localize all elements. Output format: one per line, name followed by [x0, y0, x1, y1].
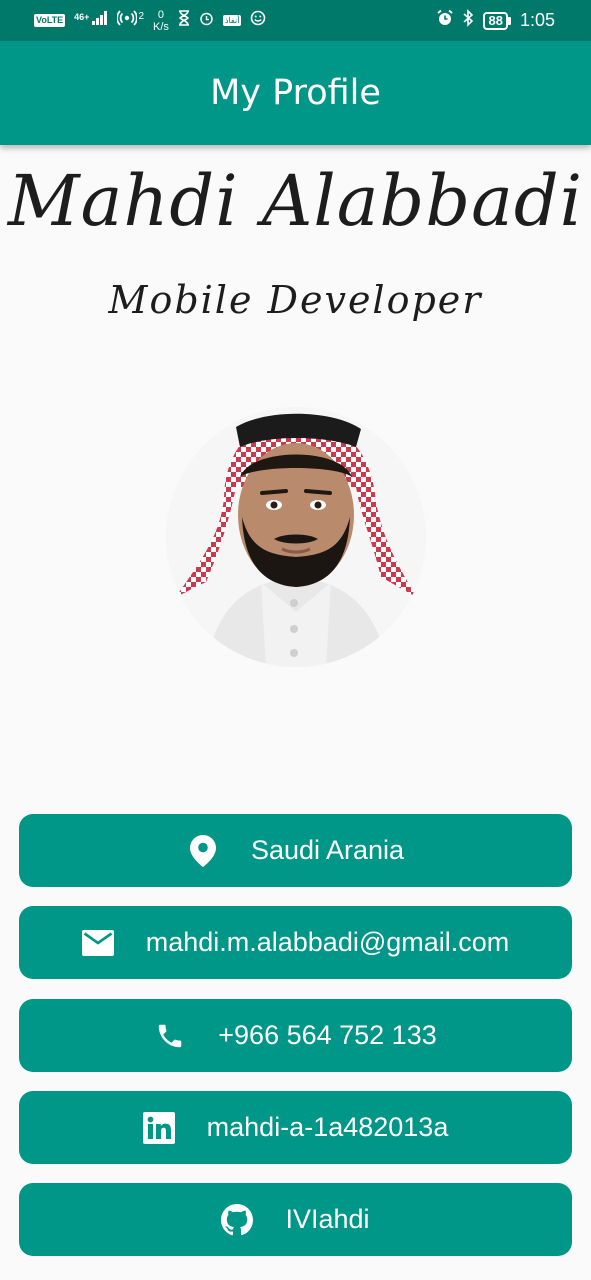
profile-name: Mahdi Alabbadi: [7, 160, 584, 242]
email-icon: [81, 927, 114, 959]
bluetooth-icon: [463, 9, 474, 32]
linkedin-card[interactable]: mahdi-a-1a482013a: [19, 1091, 572, 1164]
network-speed-unit: K/s: [153, 20, 169, 33]
phone-text: +966 564 752 133: [218, 1020, 437, 1050]
linkedin-icon: [142, 1111, 175, 1144]
phone-card[interactable]: +966 564 752 133: [19, 999, 572, 1072]
location-text: Saudi Arania: [250, 835, 405, 865]
github-text: IVIahdi: [285, 1204, 370, 1234]
battery-tip: [507, 16, 511, 25]
battery-level: 88: [483, 11, 508, 30]
status-bar: VoLTE 46+ 2 0 K/s أنفاذ 88 1:05: [0, 0, 591, 41]
hourglass-icon: [178, 10, 190, 31]
signal-icon: [92, 11, 108, 30]
volte-icon: VoLTE: [34, 14, 66, 27]
smiley-icon: [250, 10, 266, 31]
linkedin-text: mahdi-a-1a482013a: [206, 1112, 449, 1142]
email-card[interactable]: mahdi.m.alabbadi@gmail.com: [19, 906, 572, 979]
github-icon: [221, 1203, 254, 1236]
clock: 1:05: [519, 10, 555, 30]
profile-role: Mobile Developer: [108, 278, 483, 322]
hotspot-count: 2: [138, 11, 145, 22]
hotspot-icon: [116, 8, 139, 33]
phone-icon: [154, 1020, 186, 1052]
app-badge-icon: أنفاذ: [222, 15, 242, 26]
network-speed: 0 K/s: [153, 9, 169, 33]
alarm-icon: [199, 11, 214, 31]
avatar-portrait: [166, 407, 426, 667]
status-bar-right: 88 1:05: [436, 9, 555, 32]
avatar: [166, 407, 426, 667]
page-title: My Profile: [210, 73, 381, 113]
location-card[interactable]: Saudi Arania: [19, 814, 572, 887]
battery-icon: 88: [483, 11, 511, 30]
network-type-label: 46+: [74, 11, 90, 22]
network-speed-value: 0: [157, 8, 165, 21]
email-text: mahdi.m.alabbadi@gmail.com: [145, 927, 510, 957]
status-bar-left: VoLTE 46+ 2 0 K/s أنفاذ: [34, 8, 266, 33]
github-card[interactable]: IVIahdi: [19, 1183, 572, 1256]
app-bar: My Profile: [0, 41, 591, 145]
alarm-clock-icon: [436, 9, 454, 32]
location-pin-icon: [187, 834, 219, 867]
